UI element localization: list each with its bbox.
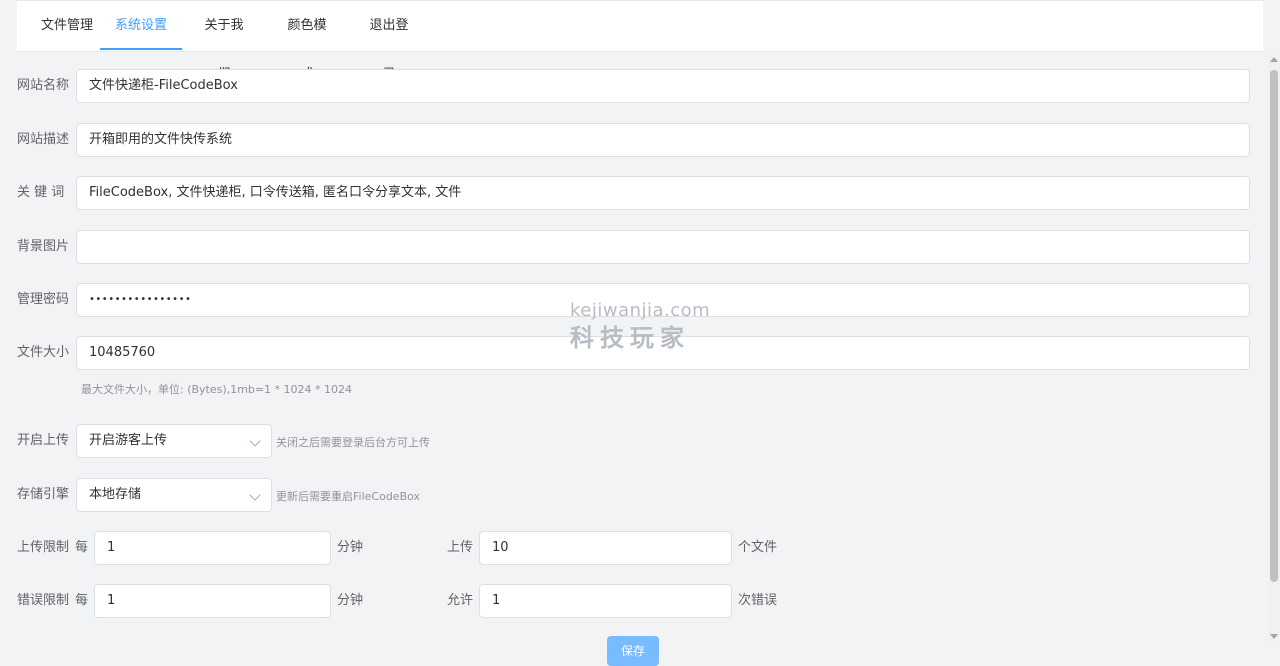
upload-limit-label: 上传限制 <box>17 540 70 555</box>
file-size-hint: 最大文件大小，单位: (Bytes),1mb=1 * 1024 * 1024 <box>81 383 353 396</box>
scrollbar-thumb[interactable] <box>1270 70 1278 582</box>
error-limit-minute-unit: 分钟 <box>337 593 364 608</box>
admin-password-label: 管理密码 <box>17 292 70 307</box>
chevron-down-icon <box>249 435 261 447</box>
chevron-down-icon <box>249 489 261 501</box>
upload-limit-count-input[interactable]: 10 <box>479 531 732 565</box>
tab-logout[interactable]: 退出登录 <box>364 1 414 82</box>
error-limit-count-unit: 次错误 <box>738 593 778 608</box>
site-name-label: 网站名称 <box>17 78 70 93</box>
keywords-input[interactable]: FileCodeBox, 文件快递柜, 口令传送箱, 匿名口令分享文本, 文件 <box>76 176 1250 210</box>
storage-value: 本地存储 <box>89 487 142 502</box>
storage-hint: 更新后需要重启FileCodeBox <box>276 490 421 503</box>
tab-system-settings[interactable]: 系统设置 <box>100 1 182 50</box>
watermark-text: 科技玩家 <box>570 323 690 352</box>
enable-upload-value: 开启游客上传 <box>89 433 168 448</box>
bg-image-label: 背景图片 <box>17 239 70 254</box>
site-name-input[interactable]: 文件快递柜-FileCodeBox <box>76 69 1250 103</box>
save-button[interactable]: 保存 <box>607 636 659 666</box>
upload-limit-prefix: 每 <box>75 540 89 555</box>
error-limit-prefix: 每 <box>75 593 89 608</box>
error-limit-count-input[interactable]: 1 <box>479 584 732 618</box>
upload-limit-middle: 上传 <box>447 540 474 555</box>
tab-about-us[interactable]: 关于我们 <box>199 1 249 82</box>
bg-image-input[interactable] <box>76 230 1250 264</box>
tab-color-mode[interactable]: 颜色模式 <box>282 1 332 82</box>
upload-limit-minute-unit: 分钟 <box>337 540 364 555</box>
error-limit-minutes-input[interactable]: 1 <box>94 584 331 618</box>
scroll-down-icon[interactable] <box>1270 634 1278 639</box>
scroll-up-icon[interactable] <box>1270 57 1278 62</box>
keywords-label: 关 键 词 <box>17 185 65 200</box>
file-size-label: 文件大小 <box>17 345 70 360</box>
site-desc-label: 网站描述 <box>17 132 70 147</box>
enable-upload-hint: 关闭之后需要登录后台方可上传 <box>276 436 430 449</box>
storage-select[interactable]: 本地存储 <box>76 478 272 512</box>
error-limit-label: 错误限制 <box>17 593 70 608</box>
tab-bar: 文件管理 系统设置 关于我们 颜色模式 退出登录 <box>17 0 1263 82</box>
upload-limit-count-unit: 个文件 <box>738 540 778 555</box>
error-limit-middle: 允许 <box>447 593 474 608</box>
site-desc-input[interactable]: 开箱即用的文件快传系统 <box>76 123 1250 157</box>
enable-upload-select[interactable]: 开启游客上传 <box>76 424 272 458</box>
enable-upload-label: 开启上传 <box>17 433 70 448</box>
tab-file-management[interactable]: 文件管理 <box>34 1 100 50</box>
storage-label: 存储引擎 <box>17 487 70 502</box>
upload-limit-minutes-input[interactable]: 1 <box>94 531 331 565</box>
